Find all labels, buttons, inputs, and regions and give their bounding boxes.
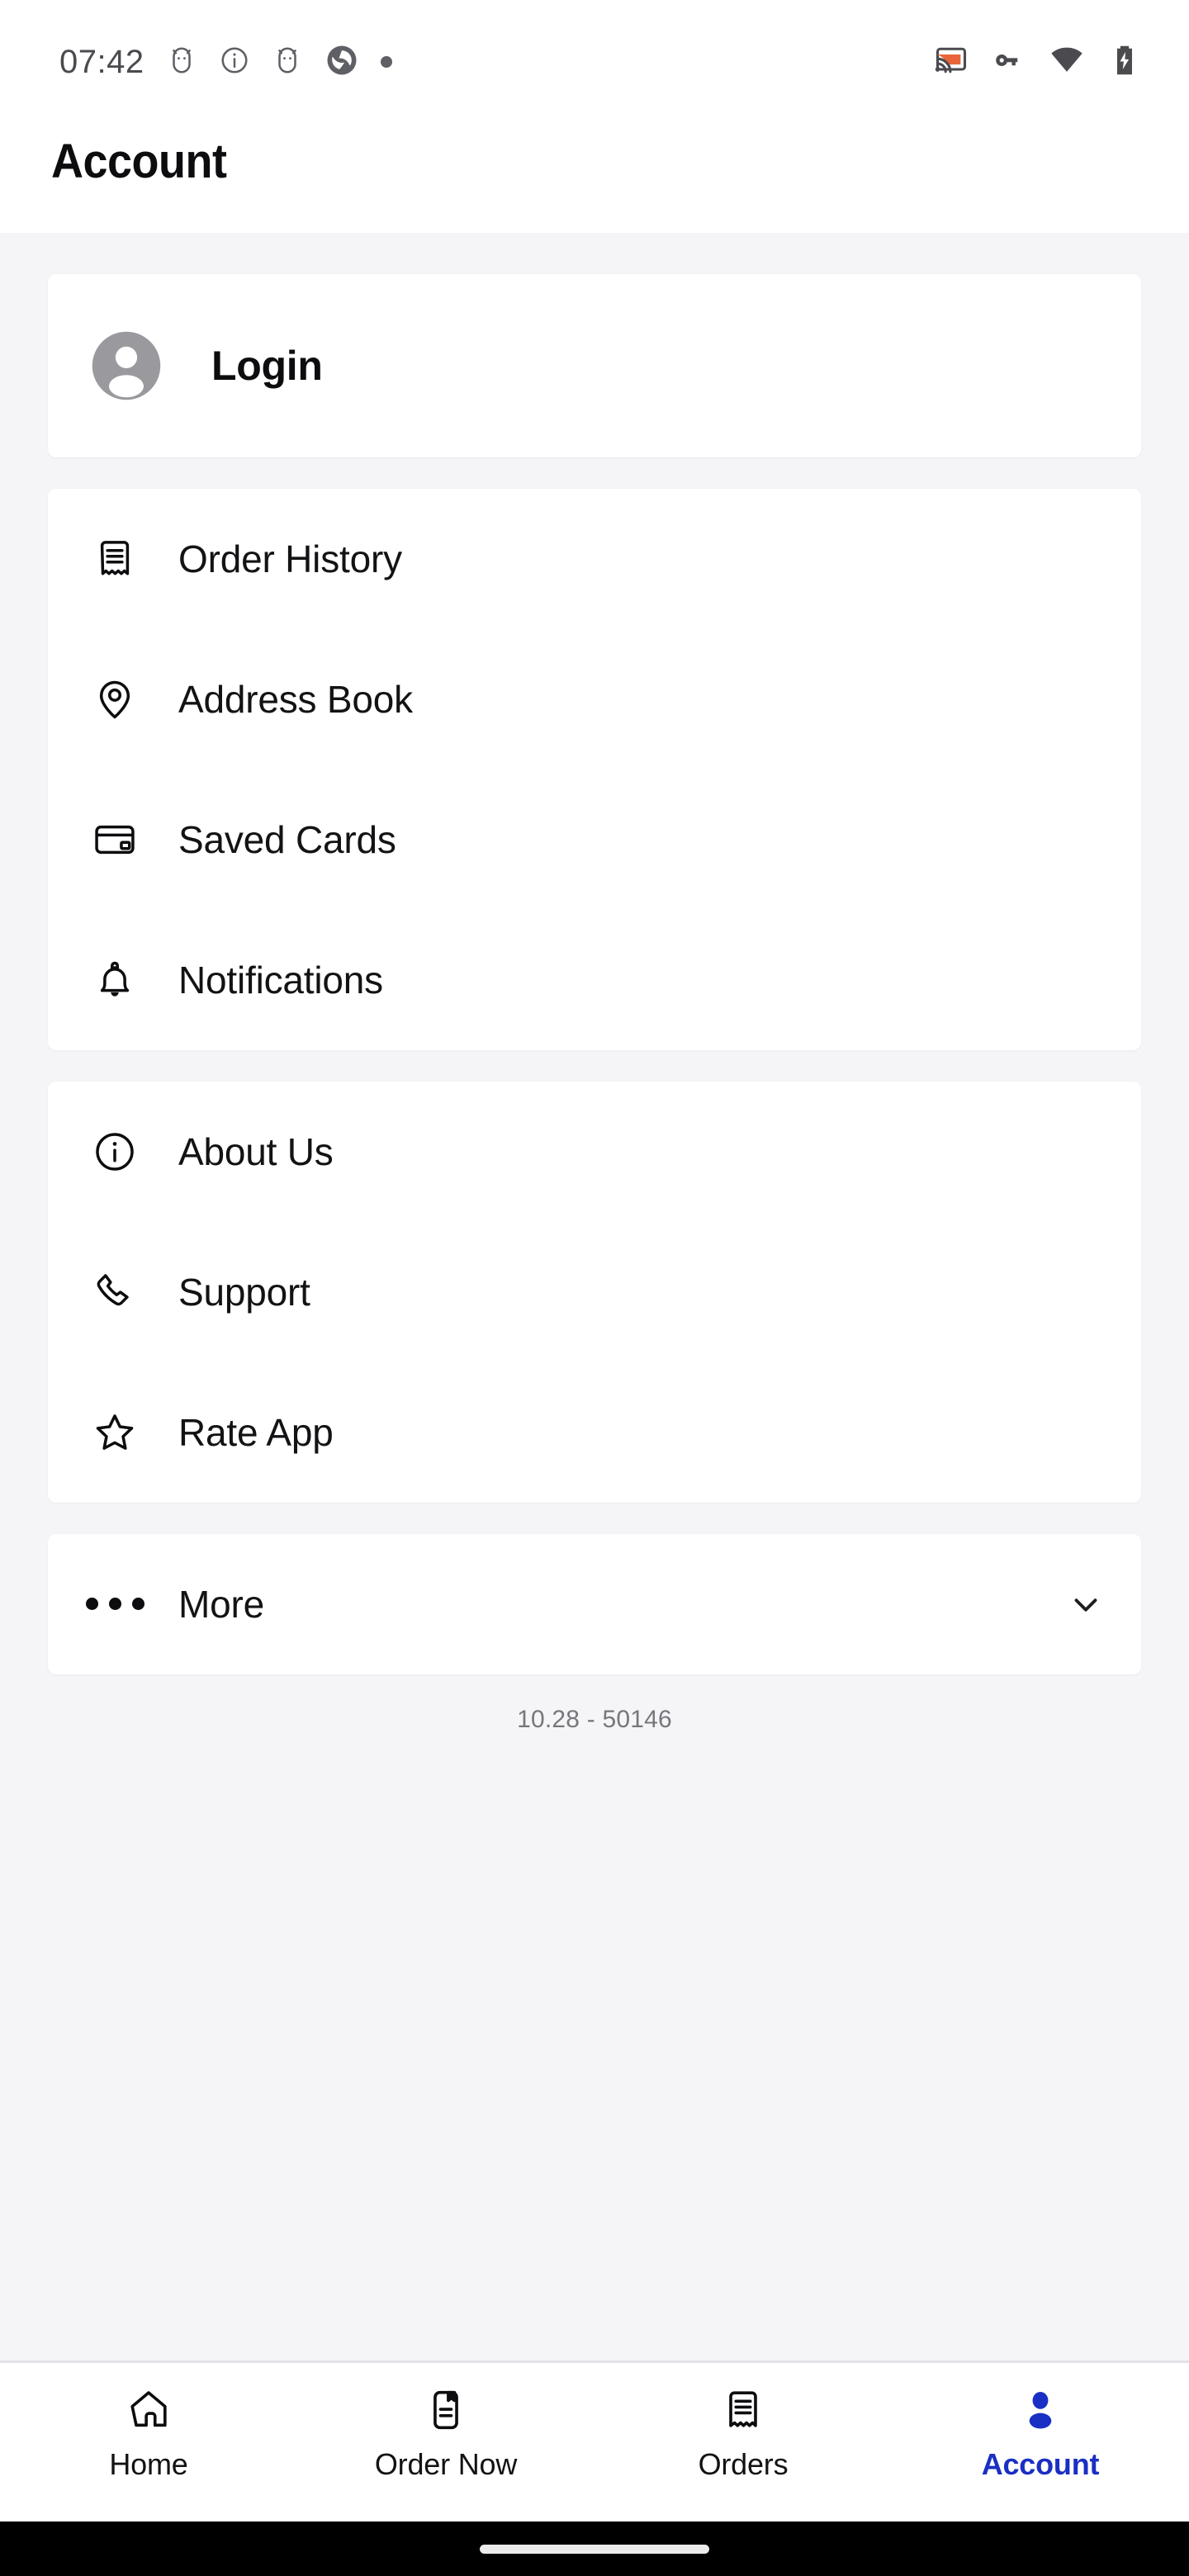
menu-item-order-history[interactable]: Order History	[48, 489, 1141, 629]
android-debug-icon	[272, 45, 303, 80]
nav-tab-label: Order Now	[374, 2447, 518, 2481]
menu-item-label: Notifications	[178, 958, 383, 1002]
app-header: Account	[0, 124, 1189, 233]
nav-tab-label: Account	[981, 2447, 1100, 2481]
menu-item-label: Support	[178, 1270, 310, 1314]
receipt-icon	[718, 2384, 769, 2436]
menu-item-address-book[interactable]: Address Book	[48, 629, 1141, 769]
menu-item-support[interactable]: Support	[48, 1222, 1141, 1362]
page-title: Account	[51, 135, 227, 188]
cast-icon	[933, 42, 969, 83]
account-content: Login Order History Address Book Saved C…	[0, 232, 1189, 2363]
info-menu-card: About Us Support Rate App	[48, 1081, 1141, 1503]
account-circle-icon	[89, 329, 163, 403]
login-card[interactable]: Login	[48, 273, 1141, 457]
info-circle-icon	[89, 1126, 140, 1177]
nav-tab-orders[interactable]: Orders	[594, 2384, 892, 2482]
menu-item-notifications[interactable]: Notifications	[48, 910, 1141, 1050]
account-menu-card: Order History Address Book Saved Cards N…	[48, 488, 1141, 1050]
small-dot-icon	[380, 56, 392, 68]
nav-tab-order-now[interactable]: Order Now	[297, 2384, 594, 2482]
menu-item-label: Rate App	[178, 1410, 334, 1454]
shutter-logo-icon	[324, 43, 359, 82]
menu-item-label: Saved Cards	[178, 817, 396, 861]
app-version-label: 10.28 - 50146	[517, 1705, 672, 1733]
bottom-navigation: Home Order Now Orders Account	[0, 2363, 1189, 2522]
home-icon	[123, 2384, 174, 2436]
location-pin-icon	[89, 674, 140, 725]
app-screen: 07:42 Account Login Order History Addres…	[0, 0, 1189, 2576]
menu-item-label: More	[178, 1582, 265, 1626]
menu-item-saved-cards[interactable]: Saved Cards	[48, 769, 1141, 910]
status-bar: 07:42	[0, 0, 1189, 124]
nav-tab-label: Home	[109, 2447, 188, 2481]
system-gesture-bar	[0, 2522, 1189, 2576]
ellipsis-icon	[85, 1579, 144, 1630]
nav-tab-home[interactable]: Home	[0, 2384, 297, 2482]
status-bar-right	[933, 42, 1143, 83]
phone-icon	[89, 1267, 140, 1318]
menu-item-label: Order History	[178, 537, 402, 580]
wifi-icon	[1049, 42, 1085, 83]
star-icon	[89, 1407, 140, 1458]
receipt-icon	[89, 533, 140, 585]
menu-item-label: About Us	[178, 1129, 334, 1173]
menu-item-more[interactable]: More	[48, 1534, 1141, 1674]
person-filled-icon	[1015, 2384, 1066, 2436]
nav-tab-label: Orders	[698, 2447, 789, 2481]
chevron-down-icon[interactable]	[1067, 1585, 1105, 1623]
info-circle-icon	[219, 45, 250, 80]
menu-item-label: Address Book	[178, 677, 413, 721]
vpn-key-icon	[991, 42, 1027, 83]
credit-card-icon	[89, 814, 140, 865]
menu-item-rate-app[interactable]: Rate App	[48, 1362, 1141, 1503]
status-bar-left: 07:42	[59, 43, 392, 82]
menu-item-about-us[interactable]: About Us	[48, 1082, 1141, 1222]
menu-book-icon	[420, 2384, 471, 2436]
status-time: 07:42	[59, 43, 144, 80]
android-debug-icon	[166, 45, 197, 80]
home-indicator[interactable]	[480, 2544, 709, 2554]
login-label: Login	[211, 342, 323, 389]
battery-charging-icon	[1106, 42, 1143, 83]
more-card: More	[48, 1533, 1141, 1674]
nav-tab-account[interactable]: Account	[892, 2384, 1189, 2482]
bell-icon	[89, 954, 140, 1006]
